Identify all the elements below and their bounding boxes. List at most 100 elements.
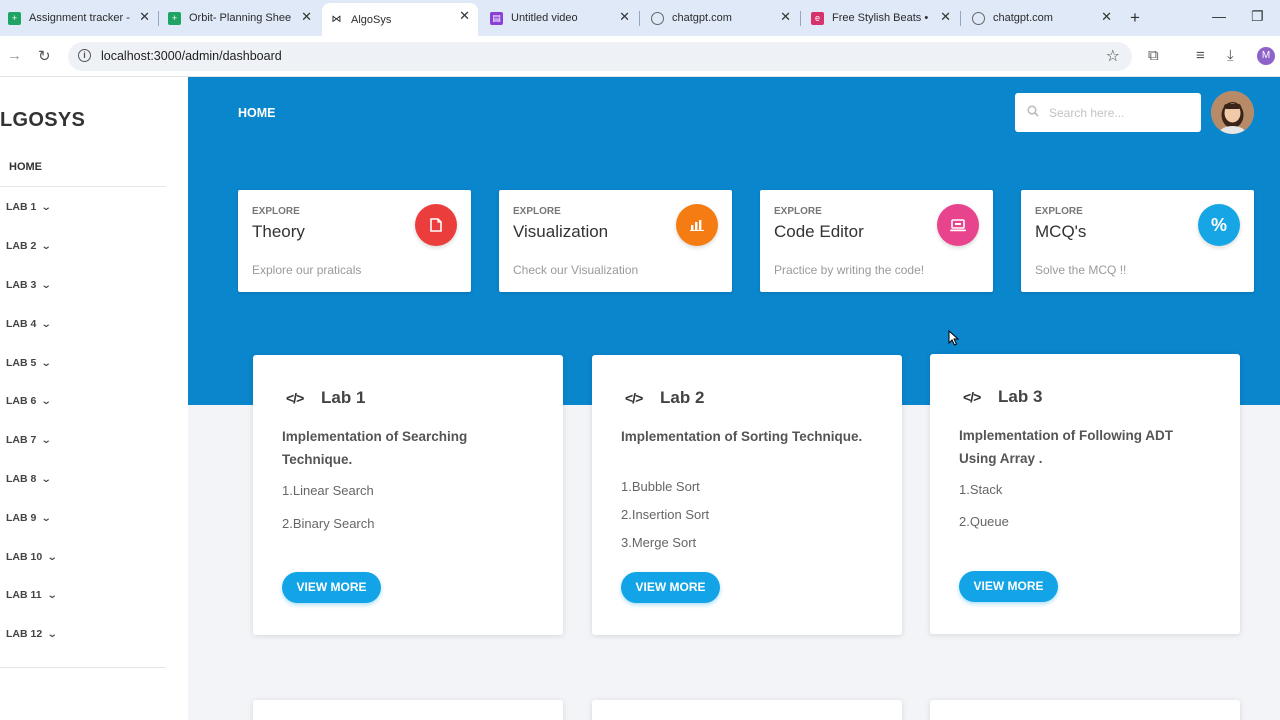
avatar[interactable] [1211,91,1254,134]
close-icon[interactable]: ✕ [459,9,470,23]
restore-icon[interactable]: ❐ [1251,8,1264,25]
browser-toolbar: → ↻ i localhost:3000/admin/dashboard ☆ ⧉… [0,36,1280,77]
chevron-down-icon: ⌄ [41,473,52,485]
lab-card-peek [930,700,1240,720]
tab-title: Free Stylish Beats • U [832,12,930,24]
chevron-down-icon: ⌄ [41,201,52,213]
lab-card-title: Lab 2 [660,388,705,407]
card-eyebrow: EXPLORE [774,206,822,217]
sidebar-item-lab-7[interactable]: LAB 7 ⌄ [6,434,52,446]
explore-card-code-editor[interactable]: EXPLORE Code Editor Practice by writing … [760,190,993,292]
sheets-icon: + [8,11,21,25]
beats-icon: e [811,11,824,25]
profile-avatar[interactable]: M [1257,47,1275,65]
card-description: Solve the MCQ !! [1035,263,1127,277]
explore-card-theory[interactable]: EXPLORE Theory Explore our praticals [238,190,471,292]
close-icon[interactable]: ✕ [139,10,150,24]
sidebar-item-lab-12[interactable]: LAB 12 ⌄ [6,628,58,640]
close-icon[interactable]: ✕ [940,10,951,24]
code-icon: </> [286,390,304,406]
sidebar-item-label: LAB 9 [6,512,37,524]
search-input[interactable] [1049,103,1189,123]
brand-logo[interactable]: LGOSYS [0,109,85,132]
forward-icon[interactable]: → [7,47,22,64]
view-more-button[interactable]: VIEW MORE [621,572,720,603]
view-more-button[interactable]: VIEW MORE [959,571,1058,602]
card-eyebrow: EXPLORE [513,206,561,217]
sidebar-item-lab-1[interactable]: LAB 1 ⌄ [6,201,52,213]
info-icon[interactable]: i [78,49,91,62]
bar-chart-icon [676,204,718,246]
lab-card-1: </> Lab 1 Implementation of Searching Te… [253,355,563,635]
lab-card-subtitle: Implementation of Searching Technique. [282,429,468,467]
tab-title: Assignment tracker - [29,12,130,24]
sidebar-item-label: LAB 8 [6,473,37,485]
sidebar-item-lab-10[interactable]: LAB 10 ⌄ [6,551,58,563]
extensions-icon[interactable]: ⧉ [1148,47,1159,64]
sidebar-item-lab-8[interactable]: LAB 8 ⌄ [6,473,52,485]
globe-icon [651,11,664,25]
sidebar-item-lab-5[interactable]: LAB 5 ⌄ [6,357,52,369]
clapper-icon: ▤ [490,11,503,25]
search-icon [1027,105,1039,117]
document-icon [415,204,457,246]
sidebar-item-lab-3[interactable]: LAB 3 ⌄ [6,279,52,291]
close-icon[interactable]: ✕ [1101,10,1112,24]
tab-algosys[interactable]: ⋈ AlgoSys ✕ [322,3,478,36]
chevron-down-icon: ⌄ [41,512,52,524]
sidebar-item-label: LAB 5 [6,357,37,369]
lab-card-title: Lab 3 [998,387,1043,406]
breadcrumb[interactable]: HOME [238,106,276,120]
reload-icon[interactable]: ↻ [38,47,51,65]
lab-card-peek [592,700,902,720]
chevron-down-icon: ⌄ [41,240,52,252]
tab-orbit-planning[interactable]: + Orbit- Planning Shee ✕ [160,4,320,32]
view-more-button[interactable]: VIEW MORE [282,572,381,603]
tab-chatgpt[interactable]: chatgpt.com ✕ [643,4,799,32]
lab-topic: 1.Linear Search [282,483,374,498]
sidebar-item-label: LAB 2 [6,240,37,252]
new-tab-button[interactable]: + [1130,8,1140,28]
close-icon[interactable]: ✕ [301,10,312,24]
minimize-icon[interactable]: — [1212,8,1226,24]
address-bar[interactable]: i localhost:3000/admin/dashboard ☆ [68,42,1132,71]
sidebar-item-lab-6[interactable]: LAB 6 ⌄ [6,395,52,407]
explore-card-visualization[interactable]: EXPLORE Visualization Check our Visualiz… [499,190,732,292]
explore-card-mcqs[interactable]: EXPLORE MCQ's Solve the MCQ !! % [1021,190,1254,292]
download-icon[interactable]: ⤓ [1227,47,1234,64]
sidebar-item-lab-4[interactable]: LAB 4 ⌄ [6,318,52,330]
divider [0,186,166,187]
close-icon[interactable]: ✕ [619,10,630,24]
lab-card-peek [253,700,563,720]
tab-free-stylish-beats[interactable]: e Free Stylish Beats • U ✕ [803,4,959,32]
close-icon[interactable]: ✕ [780,10,791,24]
tab-untitled-video[interactable]: ▤ Untitled video ✕ [482,4,638,32]
sidebar-item-lab-11[interactable]: LAB 11 ⌄ [6,589,57,601]
lab-topic: 2.Insertion Sort [621,507,710,522]
lab-topic: 1.Stack [959,482,1003,497]
browser-tab-bar: + Assignment tracker - ✕ + Orbit- Planni… [0,0,1280,36]
search-box[interactable] [1015,93,1201,132]
sidebar-item-label: LAB 10 [6,551,43,563]
lab-card-subtitle: Implementation of Following ADT Using Ar… [959,428,1173,466]
url-text[interactable]: localhost:3000/admin/dashboard [101,49,282,63]
chevron-down-icon: ⌄ [46,628,58,640]
sidebar-item-label: LAB 12 [6,628,43,640]
sidebar-item-lab-2[interactable]: LAB 2 ⌄ [6,240,52,252]
sidebar-item-lab-9[interactable]: LAB 9 ⌄ [6,512,52,524]
lab-card-title: Lab 1 [321,388,366,407]
card-title: Visualization [513,222,609,241]
bookmark-star-icon[interactable]: ☆ [1106,46,1120,66]
globe-icon [972,11,985,25]
lab-card-subtitle: Implementation of Sorting Technique. [621,429,863,444]
chevron-down-icon: ⌄ [41,318,52,330]
tab-chatgpt-2[interactable]: chatgpt.com ✕ [964,4,1120,32]
tab-assignment-tracker[interactable]: + Assignment tracker - ✕ [0,4,158,32]
media-queue-icon[interactable]: ≡ [1196,47,1205,64]
sidebar-item-home[interactable]: HOME [9,161,42,173]
chevron-down-icon: ⌄ [41,434,52,446]
sidebar-item-label: LAB 4 [6,318,37,330]
tab-separator [800,11,801,26]
tab-title: chatgpt.com [672,12,732,24]
sidebar-item-label: LAB 1 [6,201,37,213]
